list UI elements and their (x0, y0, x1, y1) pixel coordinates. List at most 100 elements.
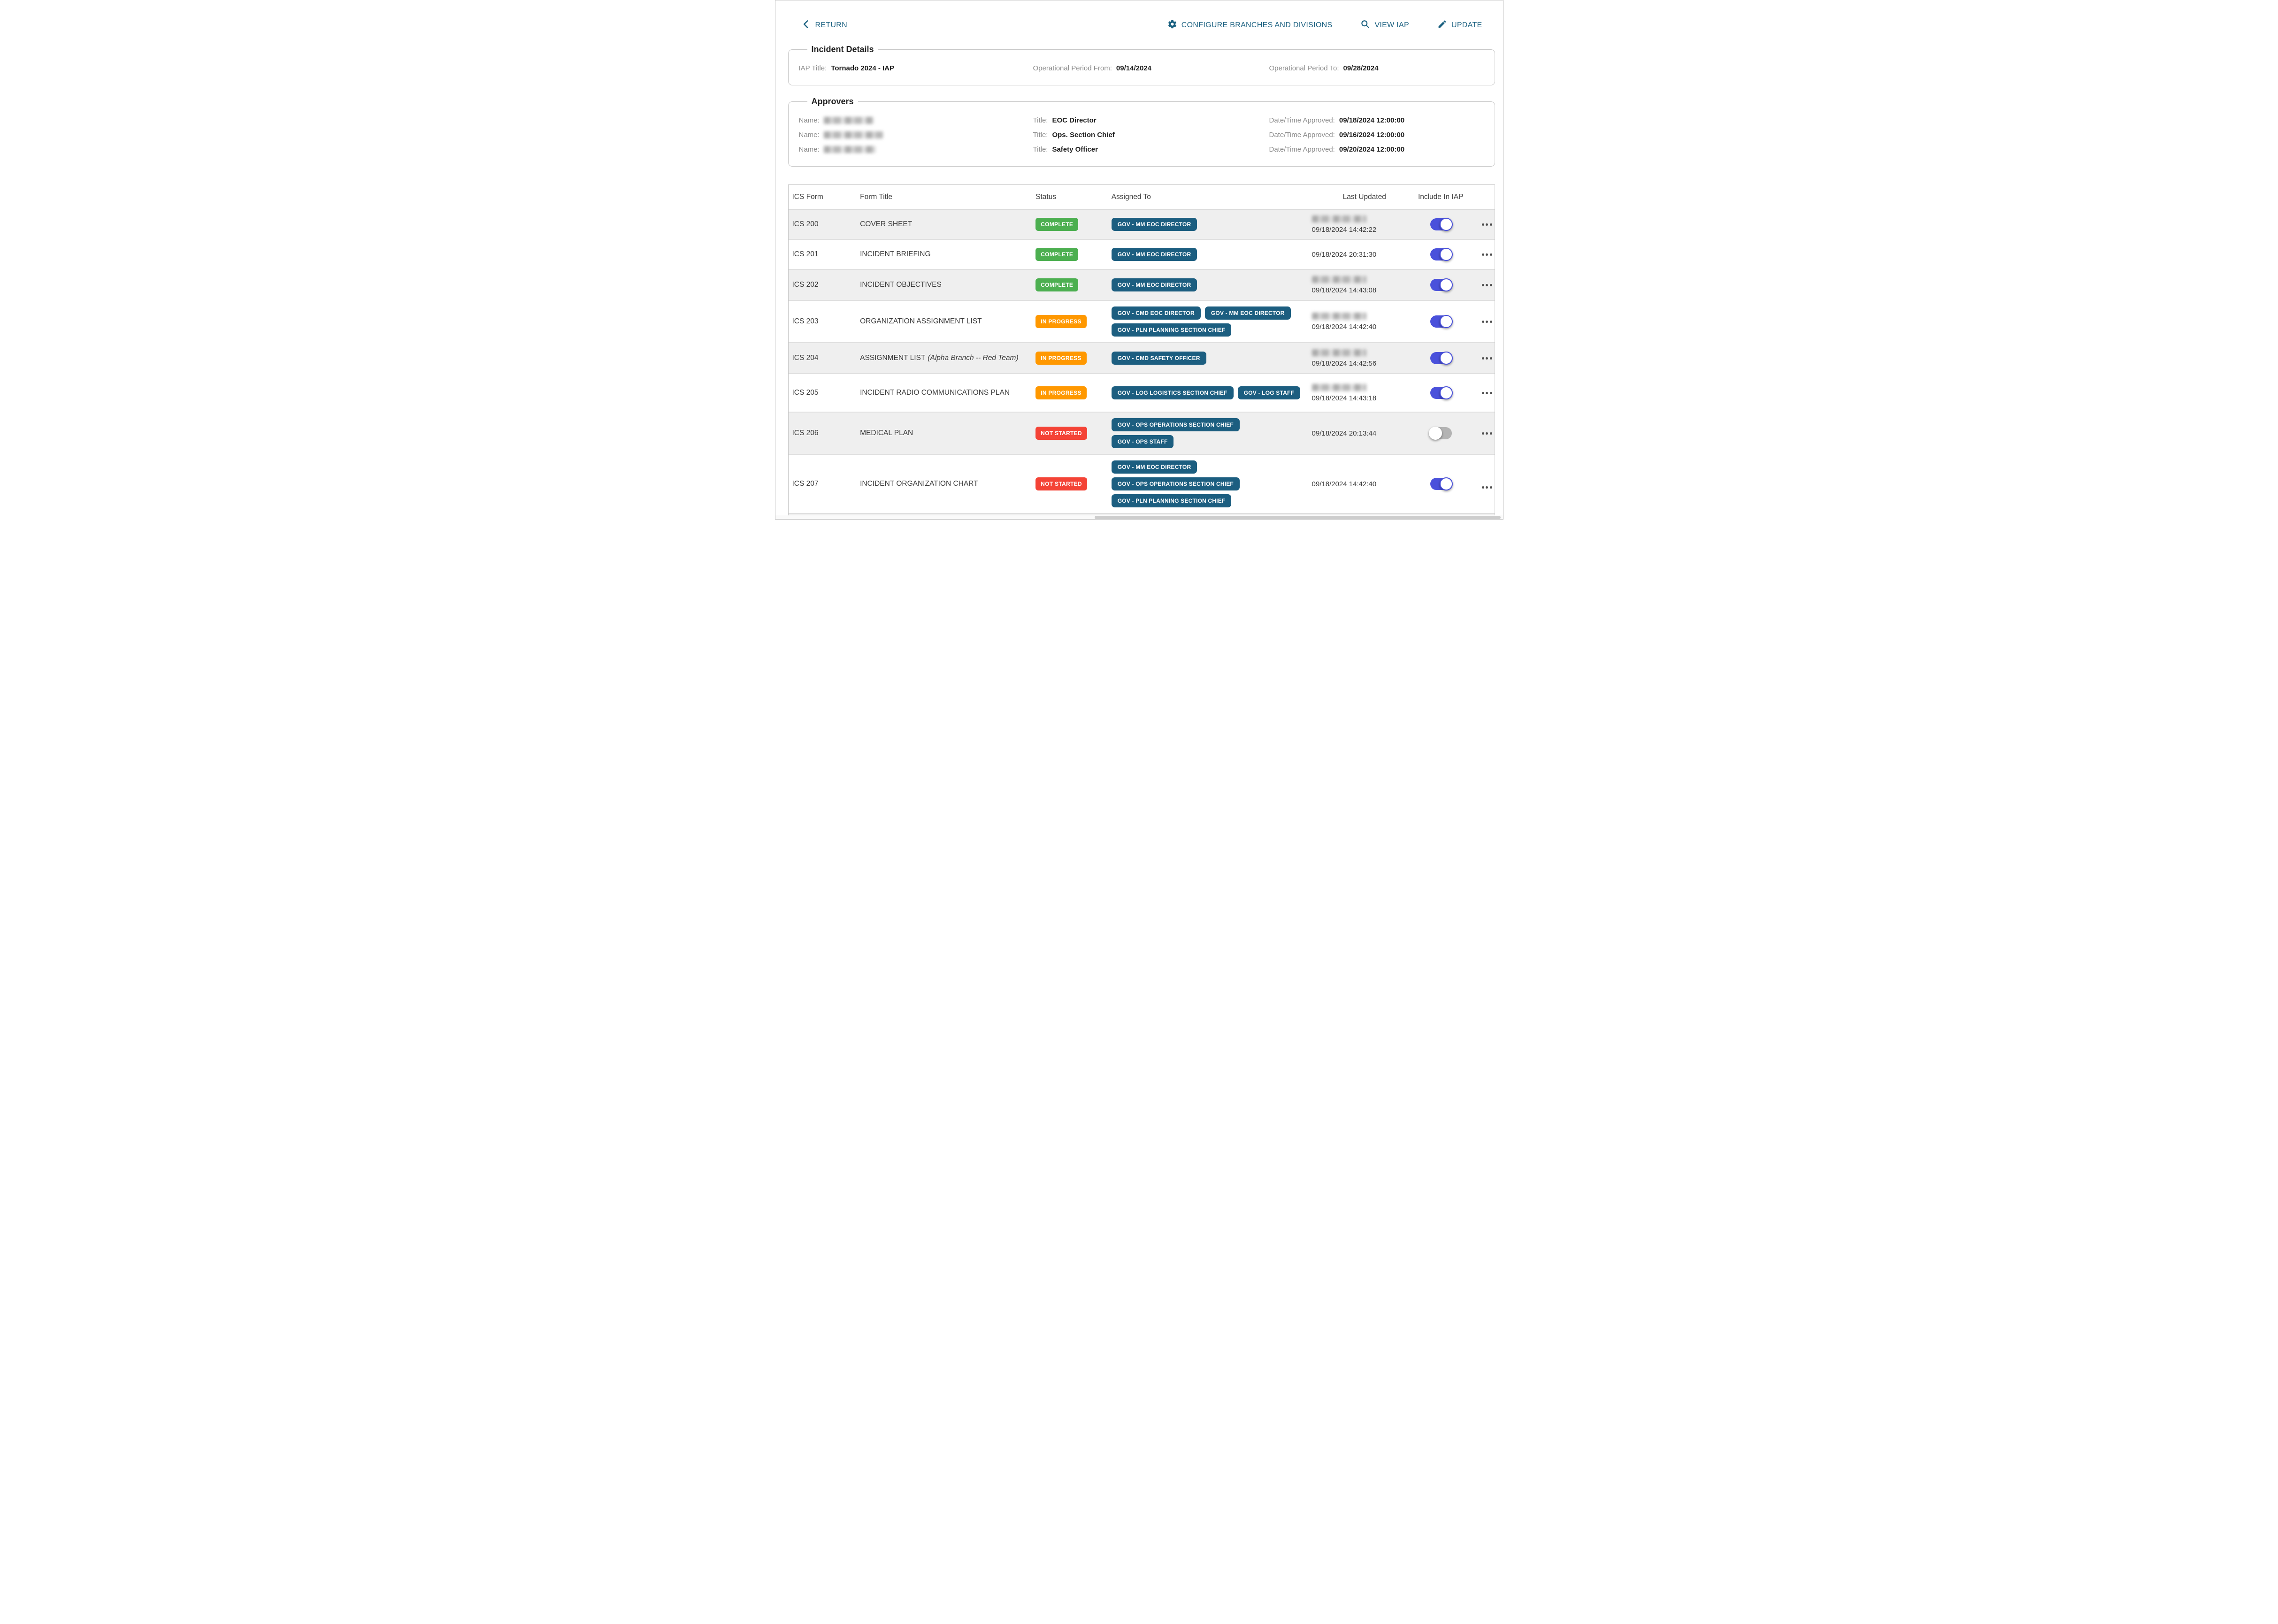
assignee-chip-line: GOV - PLN PLANNING SECTION CHIEF (1112, 494, 1240, 507)
include-in-iap-toggle[interactable] (1430, 427, 1452, 439)
ellipsis-dot-icon (1486, 392, 1488, 394)
approver-title-field: Title:Ops. Section Chief (1033, 128, 1269, 142)
assignee-badge: GOV - MM EOC DIRECTOR (1112, 460, 1197, 474)
approver-title-value: Safety Officer (1052, 146, 1098, 153)
approver-date-value: 09/20/2024 12:00:00 (1339, 146, 1404, 153)
incident-details-row: IAP Title: Tornado 2024 - IAP Operationa… (799, 61, 1495, 76)
approvers-legend: Approvers (807, 97, 858, 107)
ics-form-cell: ICS 207 (789, 480, 860, 488)
include-in-iap-toggle[interactable] (1430, 315, 1452, 328)
ellipsis-dot-icon (1482, 223, 1484, 226)
last-updated-timestamp: 09/18/2024 14:42:56 (1312, 360, 1377, 368)
ics-form-number: ICS 201 (792, 250, 819, 259)
assignee-chip-line: GOV - LOG LOGISTICS SECTION CHIEF GOV - L… (1112, 386, 1300, 399)
forms-table: ICS Form Form Title Status Assigned To L… (788, 184, 1495, 520)
include-in-iap-toggle[interactable] (1430, 352, 1452, 364)
view-iap-button[interactable]: VIEW IAP (1360, 19, 1409, 31)
row-menu-button[interactable] (1482, 432, 1492, 435)
ics-form-number: ICS 202 (792, 281, 819, 289)
assignee-badge: GOV - LOG LOGISTICS SECTION CHIEF (1112, 386, 1234, 399)
last-updated-timestamp: 09/18/2024 14:42:40 (1312, 480, 1377, 488)
redacted-updated-by-name (1312, 349, 1366, 356)
status-cell: NOT STARTED (1035, 427, 1112, 440)
table-row: ICS 203ORGANIZATION ASSIGNMENT LISTIN PR… (789, 300, 1495, 342)
ics-form-number: ICS 203 (792, 317, 819, 326)
last-updated-cell: 09/18/2024 14:43:18 (1312, 384, 1417, 402)
update-button[interactable]: UPDATE (1437, 19, 1482, 31)
include-in-iap-toggle[interactable] (1430, 387, 1452, 399)
row-menu-button[interactable] (1482, 486, 1492, 489)
approver-name-label: Name: (799, 146, 820, 153)
view-iap-label: VIEW IAP (1374, 21, 1409, 30)
row-menu-button[interactable] (1482, 284, 1492, 286)
ics-form-number: ICS 200 (792, 220, 819, 229)
scrollbar-thumb[interactable] (1095, 516, 1501, 519)
row-menu-button[interactable] (1482, 392, 1492, 394)
redacted-approver-name (824, 146, 875, 153)
form-title-cell: INCIDENT BRIEFING (860, 250, 1035, 259)
include-in-iap-cell (1417, 352, 1480, 364)
assignee-badge: GOV - OPS OPERATIONS SECTION CHIEF (1112, 418, 1240, 431)
incident-details-legend: Incident Details (807, 45, 878, 54)
toggle-knob (1440, 386, 1453, 399)
form-title-cell: COVER SHEET (860, 220, 1035, 229)
update-label: UPDATE (1451, 21, 1482, 30)
table-row: ICS 207INCIDENT ORGANIZATION CHARTNOT ST… (789, 454, 1495, 513)
form-title-text: ORGANIZATION ASSIGNMENT LIST (860, 317, 982, 326)
iap-title-value: Tornado 2024 - IAP (831, 64, 894, 72)
assignee-chip-line: GOV - MM EOC DIRECTOR (1112, 248, 1197, 261)
horizontal-scrollbar[interactable] (775, 515, 1503, 519)
ellipsis-dot-icon (1486, 432, 1488, 435)
assigned-to-cell: GOV - MM EOC DIRECTOR (1112, 273, 1312, 297)
assignee-chip-list: GOV - MM EOC DIRECTOR (1112, 218, 1197, 231)
approver-title-field: Title:Safety Officer (1033, 142, 1269, 157)
form-title-note: (Alpha Branch -- Red Team) (928, 354, 1018, 362)
form-title-text: ASSIGNMENT LIST(Alpha Branch -- Red Team… (860, 354, 1019, 362)
return-button[interactable]: RETURN (801, 19, 847, 31)
ellipsis-dot-icon (1482, 486, 1484, 489)
form-title-text: INCIDENT RADIO COMMUNICATIONS PLAN (860, 389, 1010, 397)
configure-branches-button[interactable]: CONFIGURE BRANCHES AND DIVISIONS (1167, 19, 1333, 31)
assignee-badge: GOV - OPS OPERATIONS SECTION CHIEF (1112, 477, 1240, 490)
include-in-iap-toggle[interactable] (1430, 478, 1452, 490)
approvers-section: Approvers Name:Title:EOC DirectorDate/Ti… (788, 97, 1495, 167)
include-in-iap-toggle[interactable] (1430, 248, 1452, 260)
assignee-badge: GOV - LOG STAFF (1238, 386, 1300, 399)
include-in-iap-cell (1417, 478, 1480, 490)
form-title-text: COVER SHEET (860, 220, 912, 229)
period-to-label: Operational Period To: (1269, 64, 1339, 72)
redacted-approver-name (824, 131, 883, 138)
assigned-to-cell: GOV - MM EOC DIRECTOR (1112, 242, 1312, 267)
approver-name-label: Name: (799, 116, 820, 124)
approver-date-field: Date/Time Approved:09/20/2024 12:00:00 (1269, 142, 1495, 157)
include-in-iap-toggle[interactable] (1430, 218, 1452, 230)
last-updated-cell: 09/18/2024 14:42:40 (1312, 480, 1417, 488)
status-cell: COMPLETE (1035, 248, 1112, 261)
last-updated-cell: 09/18/2024 14:42:22 (1312, 215, 1417, 234)
assignee-chip-line: GOV - OPS STAFF (1112, 435, 1240, 448)
approver-date-label: Date/Time Approved: (1269, 116, 1335, 124)
ellipsis-dot-icon (1490, 223, 1492, 226)
form-title-cell: INCIDENT OBJECTIVES (860, 281, 1035, 289)
include-in-iap-cell (1417, 279, 1480, 291)
assigned-to-cell: GOV - CMD EOC DIRECTORGOV - MM EOC DIREC… (1112, 301, 1312, 342)
form-title-text: INCIDENT OBJECTIVES (860, 281, 942, 289)
row-menu-button[interactable] (1482, 223, 1492, 226)
ellipsis-dot-icon (1486, 486, 1488, 489)
ellipsis-dot-icon (1486, 284, 1488, 286)
form-title-cell: ASSIGNMENT LIST(Alpha Branch -- Red Team… (860, 354, 1035, 362)
include-in-iap-toggle[interactable] (1430, 279, 1452, 291)
assignee-badge: GOV - MM EOC DIRECTOR (1112, 218, 1197, 231)
toolbar-right: CONFIGURE BRANCHES AND DIVISIONS VIEW IA… (1167, 19, 1482, 31)
form-title-text: MEDICAL PLAN (860, 429, 913, 437)
assignee-chip-line: GOV - PLN PLANNING SECTION CHIEF (1112, 323, 1291, 337)
assigned-to-cell: GOV - CMD SAFETY OFFICER (1112, 346, 1312, 370)
status-cell: IN PROGRESS (1035, 386, 1112, 399)
last-updated-cell: 09/18/2024 20:31:30 (1312, 251, 1417, 259)
pencil-icon (1437, 19, 1447, 31)
assignee-chip-list: GOV - MM EOC DIRECTOR GOV - OPS OPERATION… (1112, 460, 1240, 507)
row-menu-button[interactable] (1482, 357, 1492, 360)
row-menu-button[interactable] (1482, 321, 1492, 323)
assignee-badge: GOV - MM EOC DIRECTOR (1112, 248, 1197, 261)
row-menu-button[interactable] (1482, 253, 1492, 256)
